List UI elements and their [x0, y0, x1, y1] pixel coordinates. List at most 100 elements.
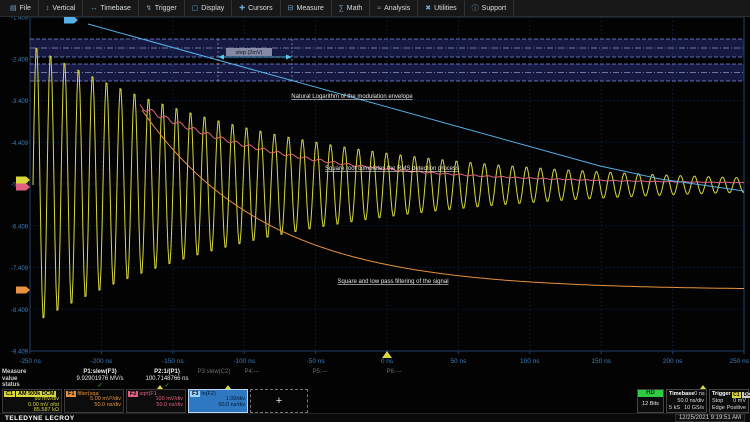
add-trace-button[interactable]: + — [250, 389, 308, 413]
timebase-box[interactable]: Timebase0 ns 50.0 ns/div 5 kS 10 GS/s — [666, 389, 707, 413]
x-axis-label: 250 ns — [729, 358, 749, 365]
trace-id-badge: F1 — [66, 391, 76, 397]
y-axis-label: -2.409 — [11, 57, 29, 63]
trace-id-badge: F2 — [128, 391, 138, 397]
measure-row-label: status — [2, 382, 20, 388]
timebase-rate: 10 GS/s — [684, 405, 704, 412]
status-bar: TELEDYNE LECROY 12/25/2021 9:19:51 AM — [0, 413, 750, 422]
trigger-icon: ↯ — [146, 4, 152, 12]
parameter-label[interactable]: P2:1/(P1) — [154, 369, 180, 375]
menu-label: Measure — [297, 5, 324, 12]
parameter-value: 100.7148766 ns — [145, 376, 188, 382]
support-icon: ⓘ — [472, 3, 479, 13]
menu-measure[interactable]: ⊟Measure — [281, 0, 332, 16]
y-axis-label: -3.409 — [11, 99, 29, 105]
measure-icon: ⊟ — [288, 4, 294, 12]
menu-label: Trigger — [155, 5, 177, 12]
oscilloscope-screen: -1.409-2.409-3.409-4.409-5.409-6.409-7.4… — [0, 0, 750, 422]
parameter-label[interactable]: P1:slew(F3) — [83, 369, 116, 375]
display-icon: ▢ — [192, 4, 199, 12]
menu-bar: ▤File↕Vertical↔Timebase↯Trigger▢Display✚… — [0, 0, 750, 17]
menu-trigger[interactable]: ↯Trigger — [139, 0, 185, 16]
level-marker-f1[interactable] — [16, 287, 30, 294]
timebase-title: Timebase — [669, 391, 694, 398]
parameter-status: ✓ — [97, 382, 102, 389]
trace-id-badge: C1 — [4, 391, 15, 397]
vertical-icon: ↕ — [46, 5, 50, 12]
timebase-samples: 5 kS — [669, 405, 680, 412]
trace-function-label: ln(F2) — [201, 391, 215, 397]
menu-cursors[interactable]: ✚Cursors — [232, 0, 280, 16]
parameter-label[interactable]: P6:--- — [387, 369, 402, 375]
trace-setting: 50.0 ns/div — [127, 403, 185, 409]
menu-label: Utilities — [434, 5, 457, 12]
menu-timebase[interactable]: ↔Timebase — [83, 0, 138, 16]
waveform-display[interactable]: -1.409-2.409-3.409-4.409-5.409-6.409-7.4… — [0, 0, 750, 368]
menu-utilities[interactable]: ✖Utilities — [418, 0, 464, 16]
trigger-slope: Positive — [727, 405, 746, 412]
math-icon: ∑ — [339, 5, 344, 12]
descriptor-c1[interactable]: C1AM 500k DCM99 mV/div0.00 mV ofst85.587… — [2, 389, 62, 413]
y-axis-label: -6.409 — [11, 224, 29, 230]
x-axis-label: 0 ns — [381, 358, 394, 365]
annotation-text: Square root completes the RMS detection … — [325, 166, 459, 172]
brand-logo: TELEDYNE LECROY — [5, 415, 75, 422]
x-axis-label: -100 ns — [233, 358, 255, 365]
parameter-label[interactable]: P5:--- — [313, 369, 328, 375]
x-axis-label: -50 ns — [307, 358, 326, 365]
timebase-offset: 0 ns — [694, 391, 704, 398]
descriptor-f2[interactable]: F2sqrt(F1100 mV/div50.0 ns/div — [126, 389, 186, 413]
trace-setting: 50.0 ns/div — [65, 403, 123, 409]
annotation-anchor-icon — [225, 385, 231, 389]
y-axis-label: -8.409 — [11, 308, 29, 314]
trace-setting: 50.0 ns/div — [189, 403, 247, 409]
annotation-anchor-icon — [700, 385, 706, 389]
parameter-label[interactable]: P3:slew(C2) — [198, 369, 231, 375]
utilities-icon: ✖ — [425, 4, 431, 12]
cursors-icon: ✚ — [239, 4, 245, 12]
y-axis-label: -7.409 — [11, 266, 29, 272]
menu-label: Math — [347, 5, 363, 12]
menu-math[interactable]: ∑Math — [332, 0, 371, 16]
menu-label: Timebase — [100, 5, 130, 12]
menu-label: Analysis — [384, 5, 410, 12]
menu-support[interactable]: ⓘSupport — [465, 0, 515, 16]
menu-label: Vertical — [52, 5, 75, 12]
menu-label: Display — [201, 5, 224, 12]
menu-label: Support — [482, 5, 507, 12]
annotation-text: Square and low pass filtering of the sig… — [337, 279, 448, 285]
x-axis-label: -150 ns — [162, 358, 184, 365]
level-marker-f3[interactable] — [64, 17, 78, 24]
parameter-label[interactable]: P4:--- — [245, 369, 260, 375]
x-axis-label: 150 ns — [591, 358, 611, 365]
menu-label: File — [20, 5, 31, 12]
x-axis-label: 200 ns — [663, 358, 683, 365]
trigger-coupling-badge: DC — [742, 392, 750, 398]
menu-display[interactable]: ▢Display — [185, 0, 233, 16]
x-axis-label: 50 ns — [450, 358, 467, 365]
trace-function-label: sqrt(F1 — [139, 391, 156, 397]
menu-file[interactable]: ▤File — [3, 0, 39, 16]
analysis-icon: ≈ — [377, 5, 381, 12]
measure-row-label: value — [2, 376, 17, 382]
hd-resolution-box[interactable]: HD 12 Bits — [637, 389, 664, 413]
measure-row-label: Measure — [2, 369, 26, 375]
descriptor-f3[interactable]: F3ln(F2)1.00/div50.0 ns/div — [188, 389, 248, 413]
trigger-time-marker[interactable] — [382, 351, 392, 358]
menu-analysis[interactable]: ≈Analysis — [370, 0, 418, 16]
menu-vertical[interactable]: ↕Vertical — [39, 0, 83, 16]
datetime-label: 12/25/2021 9:19:51 AM — [675, 414, 745, 422]
trigger-box[interactable]: TriggerC1DC Stop0 mV EdgePositive — [709, 389, 749, 413]
trace-f1 — [142, 110, 744, 289]
trigger-mode: Stop — [712, 398, 723, 405]
measure-row-status: status✓✓ — [0, 382, 750, 389]
parameter-value: 9.92901976 MV/s — [76, 376, 123, 382]
y-axis-label: -4.409 — [11, 141, 29, 147]
step-label: step (2mV) — [236, 50, 263, 56]
descriptor-f1[interactable]: F1filter(sqa5.00 mV²/div50.0 ns/div — [64, 389, 124, 413]
x-axis-label: 100 ns — [520, 358, 540, 365]
trigger-level: 0 mV — [733, 398, 746, 405]
trace-id-badge: F3 — [190, 391, 200, 397]
hd-bits-label: 12 Bits — [638, 401, 663, 407]
timebase-scale: 50.0 ns/div — [677, 398, 704, 405]
